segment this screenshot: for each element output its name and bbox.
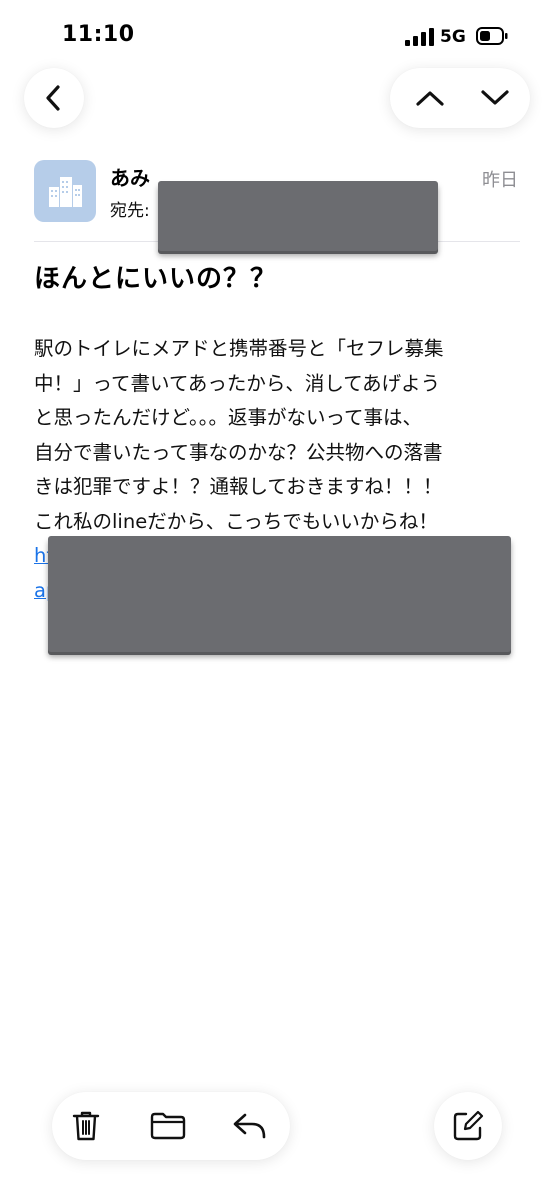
move-to-folder-button[interactable] bbox=[138, 1092, 198, 1160]
chevron-down-icon bbox=[481, 90, 509, 105]
status-time: 11:10 bbox=[62, 22, 135, 47]
back-button[interactable] bbox=[24, 68, 84, 128]
next-message-button[interactable] bbox=[465, 68, 525, 128]
reply-icon bbox=[233, 1113, 266, 1139]
compose-button[interactable] bbox=[434, 1092, 502, 1160]
message-nav bbox=[390, 68, 530, 128]
body-line: 駅のトイレにメアドと携帯番号と「セフレ募集 bbox=[34, 337, 444, 360]
reply-button[interactable] bbox=[220, 1092, 280, 1160]
network-type: 5G bbox=[440, 27, 466, 47]
building-icon bbox=[49, 177, 82, 207]
battery-icon bbox=[476, 27, 508, 45]
redaction-block bbox=[48, 536, 511, 652]
folder-icon bbox=[150, 1112, 186, 1140]
bottom-toolbar bbox=[52, 1092, 290, 1160]
sender-name[interactable]: あみ bbox=[110, 162, 150, 191]
body-line: 中！」って書いてあったから、消してあげよう bbox=[34, 371, 441, 395]
trash-icon bbox=[72, 1111, 100, 1141]
signal-icon bbox=[405, 28, 434, 46]
chevron-up-icon bbox=[416, 91, 444, 106]
avatar[interactable] bbox=[34, 160, 96, 222]
body-line: と思ったんだけど。。。返事がないって事は、 bbox=[34, 406, 423, 429]
delete-button[interactable] bbox=[56, 1092, 116, 1160]
chevron-left-icon bbox=[24, 68, 84, 128]
email-subject: ほんとにいいの？？ bbox=[34, 264, 278, 294]
recipient-label: 宛先: bbox=[110, 201, 150, 221]
message-date: 昨日 bbox=[482, 170, 518, 191]
redaction-block bbox=[158, 181, 438, 251]
body-line: これ私のlineだから、こっちでもいいからね！ bbox=[34, 509, 438, 533]
body-line: 自分で書いたって事なのかな？公共物への落書 bbox=[34, 440, 443, 464]
status-bar: 11:10 5G bbox=[0, 0, 554, 60]
compose-icon bbox=[438, 1092, 498, 1160]
previous-message-button[interactable] bbox=[400, 68, 460, 128]
body-line: きは犯罪ですよ！？通報しておきますね！！！ bbox=[34, 475, 443, 498]
